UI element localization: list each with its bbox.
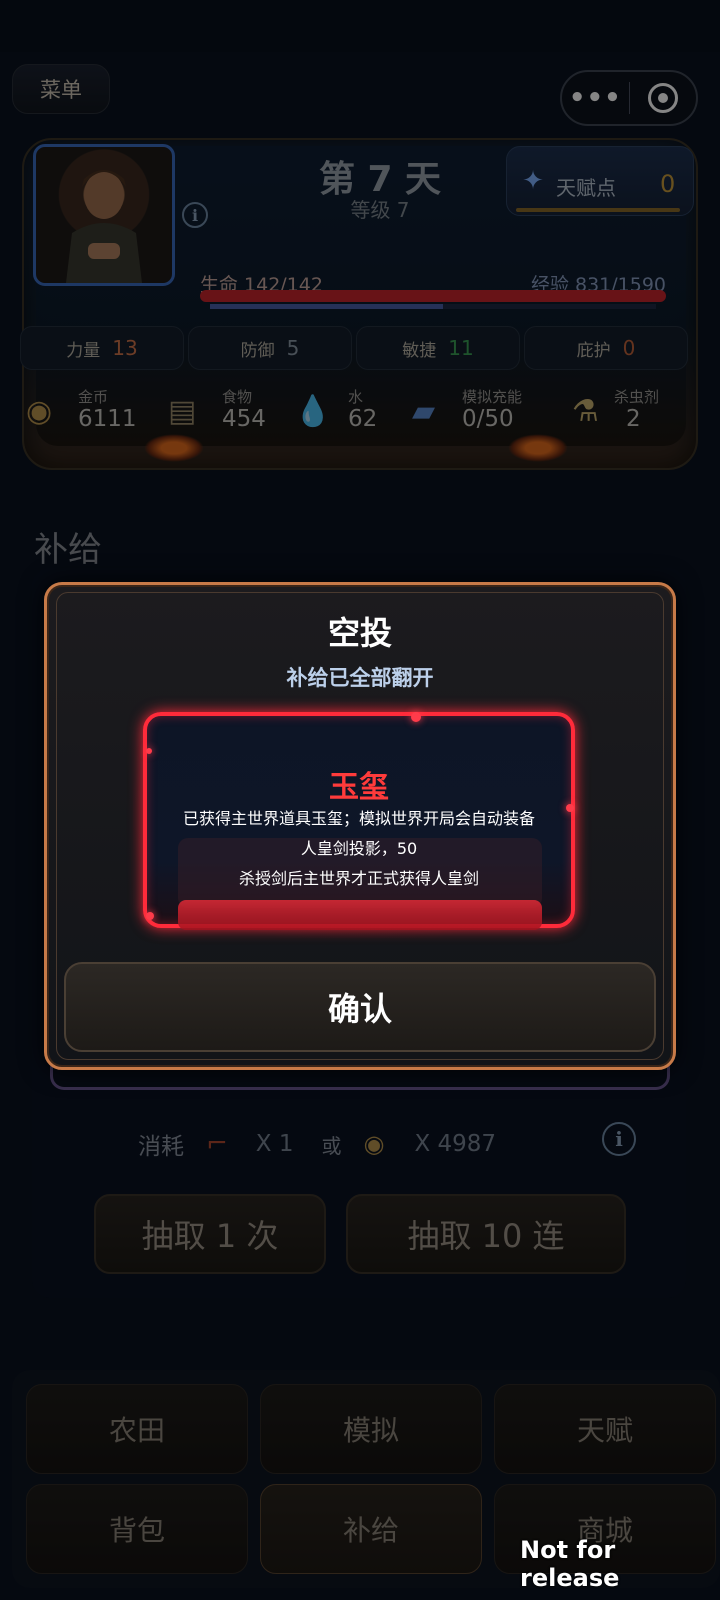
- card-spark: [146, 912, 154, 920]
- description-line: 人皇剑投影，50: [300, 839, 418, 858]
- reward-item-description: 已获得主世界道具玉玺；模拟世界开局会自动装备 人皇剑投影，50 杀授剑后主世界才…: [153, 804, 565, 894]
- reward-card-glow-strip: [178, 900, 542, 930]
- description-line: 已获得主世界道具玉玺；模拟世界开局会自动装备: [182, 809, 535, 828]
- reward-item-name: 玉玺: [329, 770, 389, 805]
- card-spark: [411, 712, 421, 722]
- card-spark: [146, 748, 152, 754]
- confirm-button[interactable]: 确认: [64, 962, 656, 1052]
- description-line: 杀授剑后主世界才正式获得人皇剑: [238, 869, 479, 888]
- modal-title: 空投: [327, 614, 392, 652]
- modal-subtitle: 补给已全部翻开: [286, 666, 434, 690]
- watermark-text: Not for release: [520, 1536, 620, 1592]
